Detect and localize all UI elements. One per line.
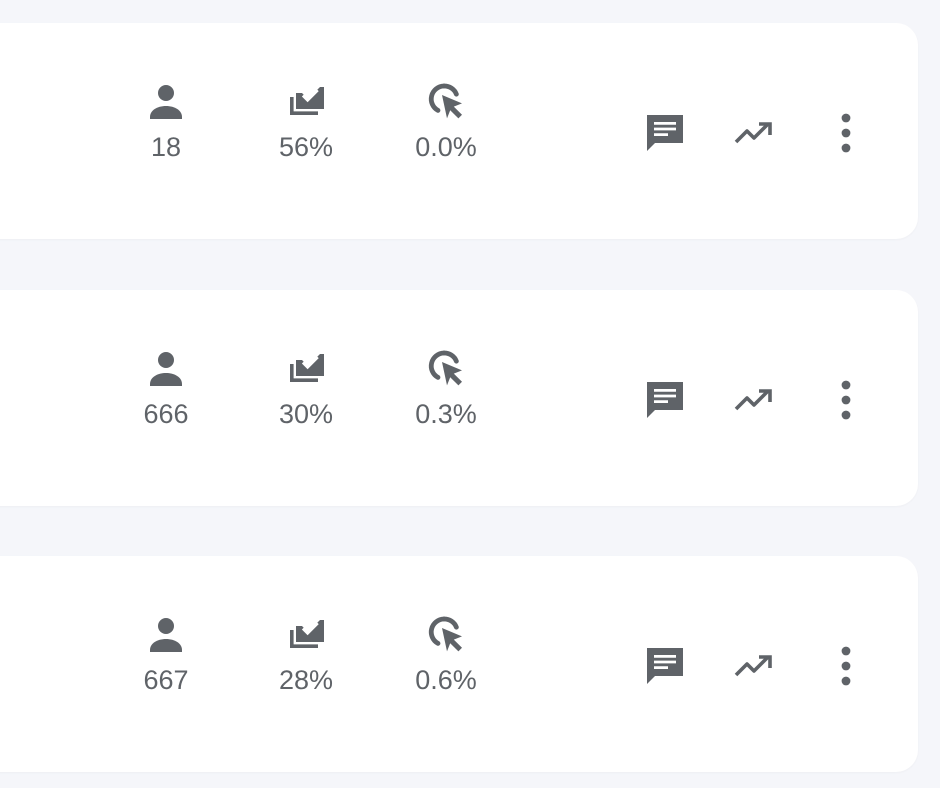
- completion-stat: 30%: [246, 344, 366, 430]
- click-stat: 0.0%: [386, 77, 506, 163]
- completion-rate: 56%: [278, 132, 334, 162]
- cursor-click-icon: [428, 616, 462, 652]
- trending-up-icon: [734, 122, 772, 144]
- person-icon: [150, 618, 182, 652]
- trending-up-icon: [734, 655, 772, 677]
- trending-up-icon: [734, 389, 772, 411]
- completion-rate: 30%: [278, 399, 334, 429]
- people-stat: 18: [106, 77, 226, 163]
- click-stat: 0.3%: [386, 344, 506, 430]
- trend-button[interactable]: [726, 105, 782, 161]
- inbox-check-icon: [290, 87, 324, 115]
- person-icon: [150, 85, 182, 119]
- completion-rate: 28%: [278, 665, 334, 695]
- more-vert-icon: [841, 380, 851, 420]
- person-icon: [150, 352, 182, 386]
- list-item[interactable]: 18 56% 0.0%: [0, 23, 918, 239]
- people-count: 666: [143, 399, 189, 429]
- people-count: 667: [143, 665, 189, 695]
- people-count: 18: [150, 132, 182, 162]
- comment-button[interactable]: [637, 638, 693, 694]
- click-rate: 0.6%: [415, 665, 477, 695]
- list-item[interactable]: 667 28% 0.6%: [0, 556, 918, 772]
- comment-button[interactable]: [637, 105, 693, 161]
- people-stat: 667: [106, 610, 226, 696]
- trend-button[interactable]: [726, 372, 782, 428]
- more-vert-icon: [841, 646, 851, 686]
- trend-button[interactable]: [726, 638, 782, 694]
- cursor-click-icon: [428, 350, 462, 386]
- cursor-click-icon: [428, 83, 462, 119]
- more-vert-icon: [841, 113, 851, 153]
- click-rate: 0.3%: [415, 399, 477, 429]
- completion-stat: 56%: [246, 77, 366, 163]
- card-list: 18 56% 0.0% 666 30% 0.3% 667 28% 0.6%: [0, 0, 940, 788]
- more-options-button[interactable]: [818, 105, 874, 161]
- people-stat: 666: [106, 344, 226, 430]
- inbox-check-icon: [290, 354, 324, 382]
- comment-icon: [647, 648, 683, 684]
- more-options-button[interactable]: [818, 638, 874, 694]
- list-item[interactable]: 666 30% 0.3%: [0, 290, 918, 506]
- more-options-button[interactable]: [818, 372, 874, 428]
- click-stat: 0.6%: [386, 610, 506, 696]
- comment-button[interactable]: [637, 372, 693, 428]
- comment-icon: [647, 382, 683, 418]
- click-rate: 0.0%: [415, 132, 477, 162]
- inbox-check-icon: [290, 620, 324, 648]
- completion-stat: 28%: [246, 610, 366, 696]
- comment-icon: [647, 115, 683, 151]
